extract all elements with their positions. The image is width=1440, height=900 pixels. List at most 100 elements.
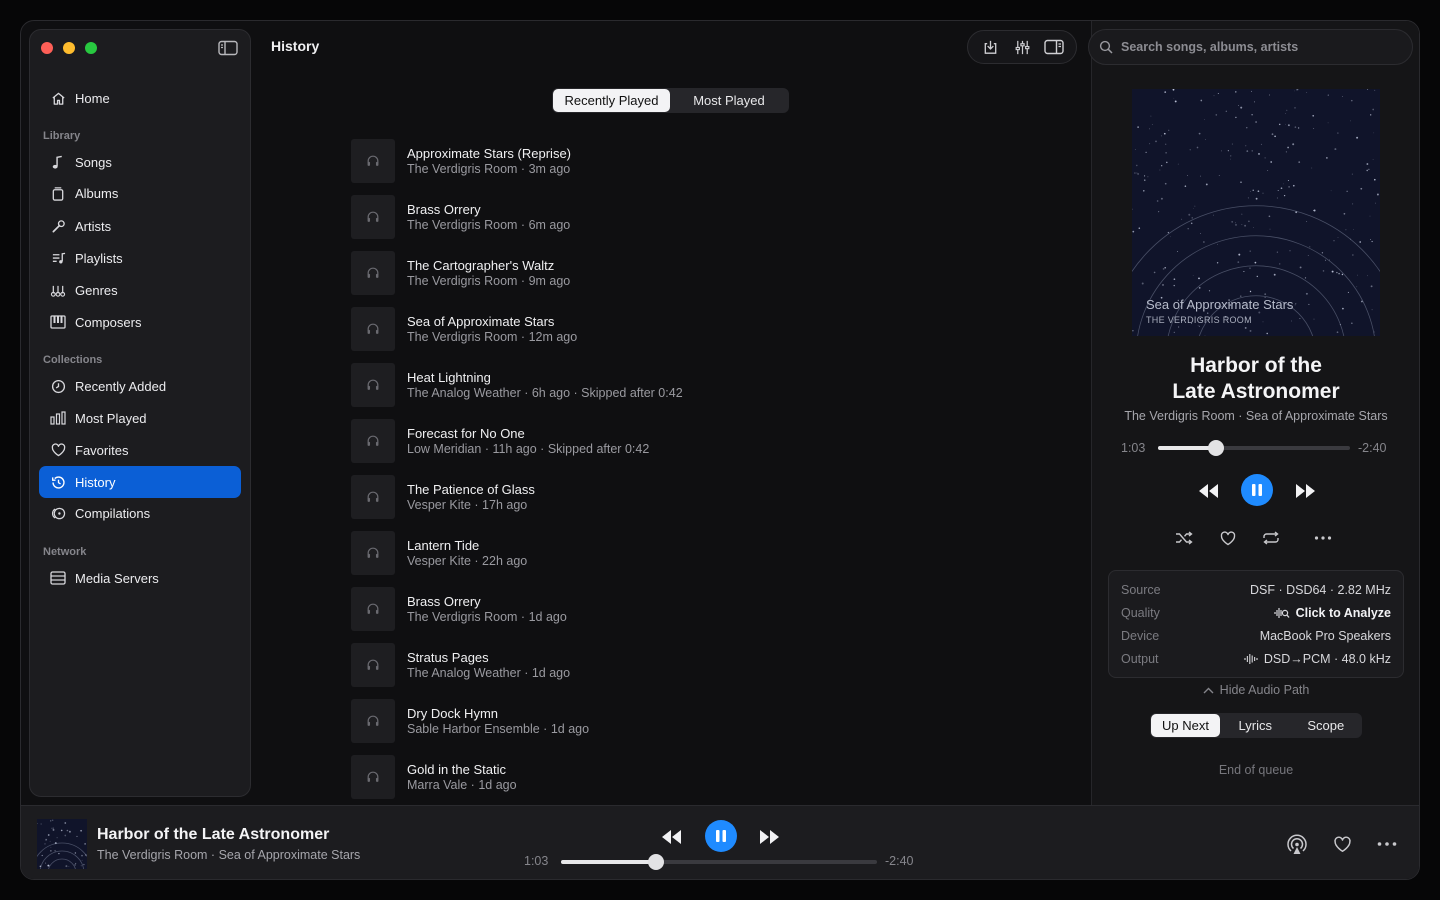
history-row[interactable]: Sea of Approximate Stars The Verdigris Ro… [351,301,1051,357]
mini-rewind-button[interactable] [657,826,687,848]
track-title: Lantern Tide [407,538,480,553]
sidebar-item-label: Artists [75,218,112,234]
track-title: Brass Orrery [407,594,481,609]
search-field[interactable] [1088,29,1413,65]
history-row[interactable]: Stratus Pages The Analog Weather · 1d ago [351,637,1051,693]
favorite-button[interactable] [1218,529,1238,547]
album-stack-icon [50,185,66,201]
mini-player-artwork[interactable] [37,819,87,869]
history-row[interactable]: Brass Orrery The Verdigris Room · 1d ago [351,581,1051,637]
more-options-button[interactable] [1312,529,1334,547]
starfield-artwork-thumb [37,819,87,869]
sidebar-item-label: Genres [75,282,118,298]
sidebar-item-history[interactable]: History [39,466,241,498]
mini-progress-slider[interactable] [561,854,877,870]
headphones-icon [366,602,380,616]
piano-keys-icon [50,314,66,330]
zoom-window-button[interactable] [85,42,97,54]
toolbar [967,30,1077,64]
tab-most-played[interactable]: Most Played [670,89,788,112]
tab-scope[interactable]: Scope [1291,714,1362,737]
headphones-icon [366,378,380,392]
progress-knob[interactable] [1207,440,1224,456]
now-playing-title-line: Harbor of the [1190,354,1322,377]
sidebar-item-genres[interactable]: Genres [39,274,241,306]
headphones-icon [366,434,380,448]
track-subtitle: Vesper Kite · 22h ago [407,554,528,568]
rewind-button[interactable] [1195,480,1223,502]
panel-progress-slider[interactable] [1158,440,1350,456]
search-input[interactable] [1121,40,1391,54]
download-tray-icon[interactable] [980,37,1000,57]
close-window-button[interactable] [41,42,53,54]
airplay-button[interactable] [1284,832,1310,858]
history-clock-icon [50,474,66,490]
analyze-quality-button[interactable]: Click to Analyze [1273,606,1391,620]
server-icon [50,570,66,586]
headphones-icon [366,658,380,672]
fast-forward-icon [760,830,779,844]
history-row[interactable]: Brass Orrery The Verdigris Room · 6m ago [351,189,1051,245]
sidebar-item-recently-added[interactable]: Recently Added [39,370,241,402]
headphones-icon [366,546,380,560]
track-meta: Forecast for No One Low Meridian · 11h ag… [407,426,649,456]
history-row[interactable]: Lantern Tide Vesper Kite · 22h ago [351,525,1051,581]
heart-icon [50,442,66,458]
sidebar-item-songs[interactable]: Songs [39,146,241,178]
track-artwork-placeholder [351,699,395,743]
mini-pause-button[interactable] [705,820,737,852]
history-row[interactable]: Forecast for No One Low Meridian · 11h ag… [351,413,1051,469]
now-playing-title-line: Late Astronomer [1172,380,1340,403]
history-row[interactable]: Dry Dock Hymn Sable Harbor Ensemble · 1d … [351,693,1051,749]
history-row[interactable]: Gold in the Static Marra Vale · 1d ago [351,749,1051,805]
shuffle-button[interactable] [1174,529,1194,547]
source-label: Source [1121,583,1161,597]
sidebar-item-playlists[interactable]: Playlists [39,242,241,274]
sidebar-item-home[interactable]: Home [39,82,241,114]
history-row[interactable]: Heat Lightning The Analog Weather · 6h ag… [351,357,1051,413]
headphones-icon [366,210,380,224]
device-label: Device [1121,629,1160,643]
sidebar-item-albums[interactable]: Albums [39,177,241,209]
track-subtitle: Marra Vale · 1d ago [407,778,517,792]
history-row[interactable]: The Cartographer's Waltz The Verdigris Ro… [351,245,1051,301]
sidebar-item-artists[interactable]: Artists [39,210,241,242]
sidebar-item-favorites[interactable]: Favorites [39,434,241,466]
track-artwork-placeholder [351,419,395,463]
sidebar-item-most-played[interactable]: Most Played [39,402,241,434]
headphones-icon [366,322,380,336]
mini-player-subtitle: The Verdigris Room · Sea of Approximate … [97,848,361,862]
sidebar-item-label: Albums [75,185,119,201]
sidebar-toggle-icon[interactable] [218,40,238,56]
sidebar-item-compilations[interactable]: Compilations [39,497,241,529]
fast-forward-button[interactable] [1291,480,1319,502]
mini-fast-forward-button[interactable] [754,826,784,848]
network-heading: Network [43,546,87,558]
tab-lyrics[interactable]: Lyrics [1220,714,1291,737]
pause-button[interactable] [1241,474,1273,506]
track-subtitle: The Analog Weather · 1d ago [407,666,571,680]
heart-icon [1333,836,1351,852]
track-meta: Sea of Approximate Stars The Verdigris Ro… [407,314,577,344]
mini-favorite-button[interactable] [1331,833,1353,855]
track-meta: The Patience of Glass Vesper Kite · 17h a… [407,482,535,512]
track-subtitle: The Verdigris Room · 3m ago [407,162,571,176]
minimize-window-button[interactable] [63,42,75,54]
tab-up-next[interactable]: Up Next [1151,714,1220,737]
history-row[interactable]: The Patience of Glass Vesper Kite · 17h a… [351,469,1051,525]
mini-more-options-button[interactable] [1376,835,1398,853]
compilation-discs-icon [50,505,66,521]
hide-audio-path-toggle[interactable]: Hide Audio Path [1091,683,1419,697]
audio-path-card: Source DSF · DSD64 · 2.82 MHz Quality Cl… [1108,570,1404,678]
repeat-button[interactable] [1261,529,1281,547]
window-controls [41,42,97,54]
tab-recently-played[interactable]: Recently Played [553,89,670,112]
progress-knob[interactable] [647,854,664,870]
sidebar-item-media-servers[interactable]: Media Servers [39,562,241,594]
equalizer-sliders-icon[interactable] [1012,37,1032,57]
history-row[interactable]: Approximate Stars (Reprise) The Verdigris… [351,133,1051,189]
sidebar-item-composers[interactable]: Composers [39,306,241,338]
inspector-panel-icon[interactable] [1044,37,1064,57]
track-title: The Cartographer's Waltz [407,258,555,273]
track-meta: Stratus Pages The Analog Weather · 1d ago [407,650,570,680]
